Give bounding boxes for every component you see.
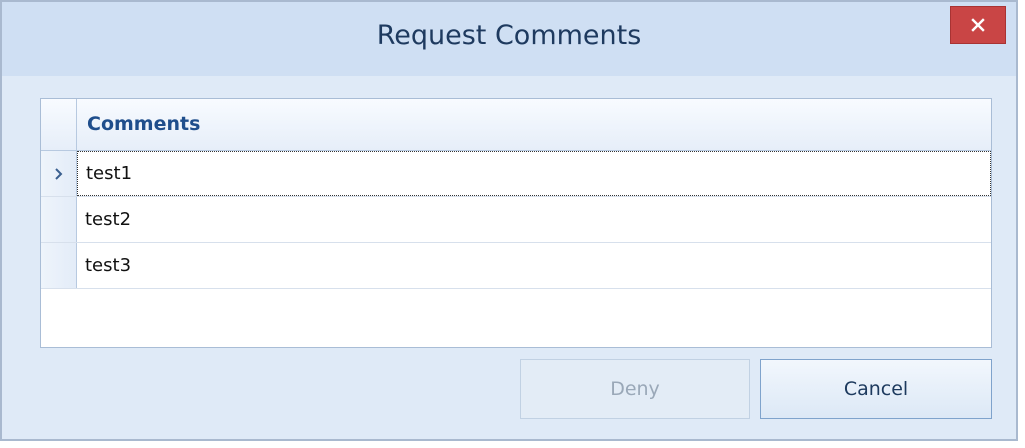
column-header-comments[interactable]: Comments <box>87 113 200 135</box>
row-indicator[interactable] <box>41 243 77 288</box>
chevron-right-icon <box>54 167 62 180</box>
close-icon <box>971 18 985 32</box>
row-indicator-header <box>41 99 77 150</box>
comment-cell[interactable]: test1 <box>77 151 991 196</box>
cancel-button[interactable]: Cancel <box>760 359 992 419</box>
table-row[interactable]: test1 <box>41 151 991 197</box>
grid-header: Comments <box>41 99 991 151</box>
close-button[interactable] <box>950 6 1006 44</box>
comment-cell[interactable]: test3 <box>77 243 991 288</box>
deny-button[interactable]: Deny <box>520 359 750 419</box>
dialog-title: Request Comments <box>376 20 642 51</box>
row-indicator[interactable] <box>41 151 77 196</box>
table-row[interactable]: test2 <box>41 197 991 243</box>
comment-cell[interactable]: test2 <box>77 197 991 242</box>
request-comments-dialog: Request Comments Comments test1 test2 te… <box>0 0 1018 441</box>
table-row[interactable]: test3 <box>41 243 991 289</box>
comments-grid[interactable]: Comments test1 test2 test3 <box>40 98 992 348</box>
row-indicator[interactable] <box>41 197 77 242</box>
title-bar[interactable]: Request Comments <box>2 2 1016 76</box>
